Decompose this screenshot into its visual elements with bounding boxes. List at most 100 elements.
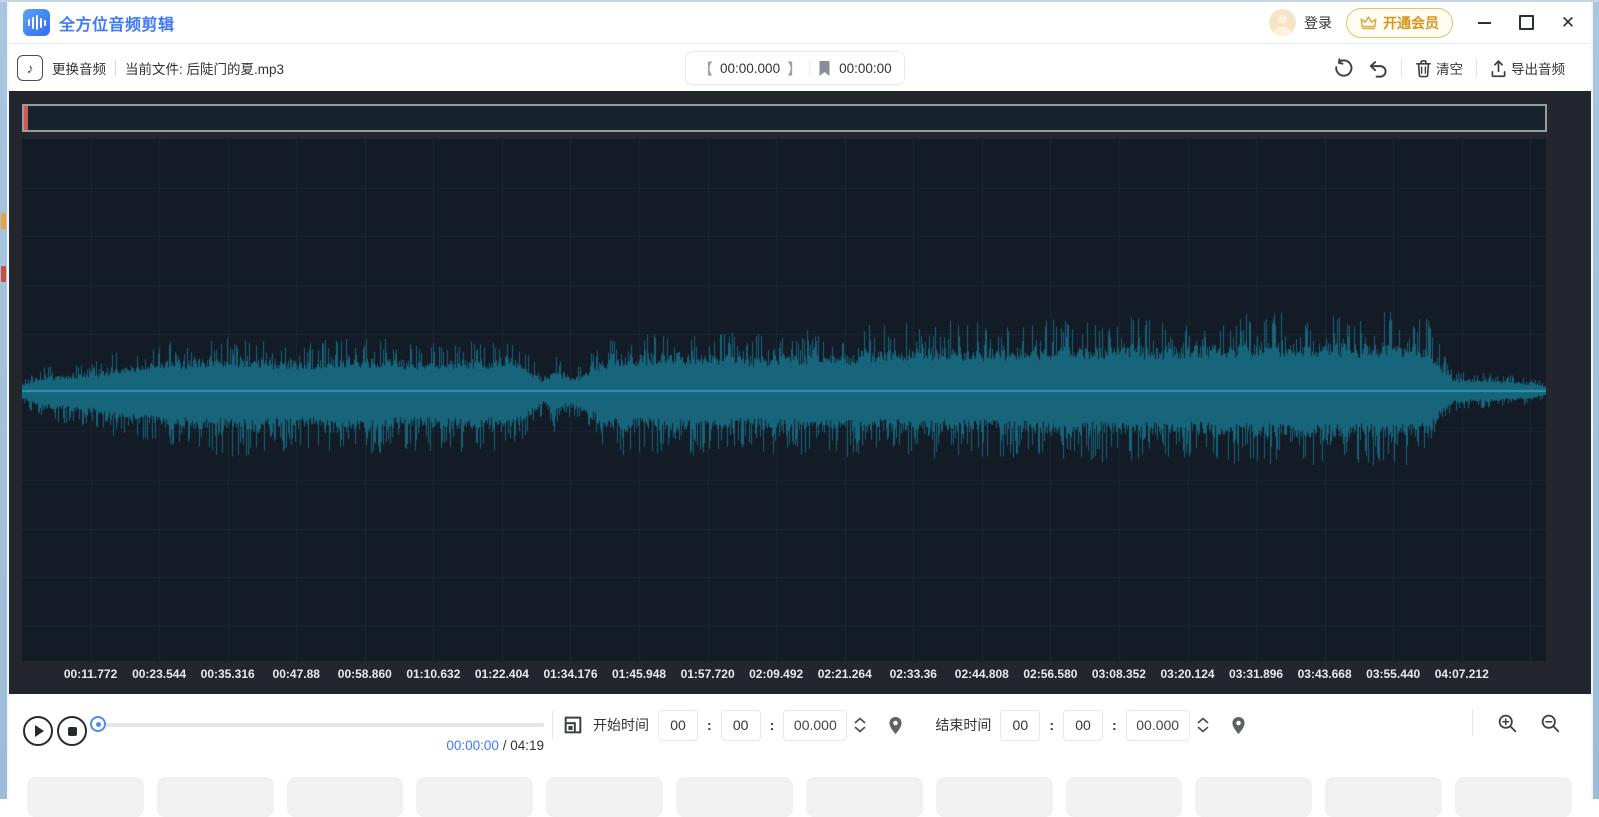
marker-time-value: 00:00:00	[839, 61, 892, 76]
feature-card[interactable]	[1325, 777, 1442, 817]
divider	[809, 60, 810, 76]
current-time: 00:00:00	[446, 738, 499, 753]
clear-button[interactable]: 清空	[1415, 58, 1463, 78]
undo-button[interactable]	[1367, 58, 1388, 79]
zoom-out-button[interactable]	[1540, 713, 1561, 734]
user-avatar[interactable]	[1269, 9, 1296, 36]
feature-card[interactable]	[676, 777, 793, 817]
location-pin-icon	[887, 715, 904, 736]
vip-button-label: 开通会员	[1383, 13, 1439, 33]
music-note-icon: ♪	[27, 60, 34, 76]
divider	[552, 711, 553, 739]
waveform-plot[interactable]	[22, 139, 1546, 661]
time-axis-label: 01:10.632	[406, 667, 460, 681]
start-hours-input[interactable]: 00	[658, 710, 698, 741]
zoom-in-button[interactable]	[1497, 713, 1518, 734]
transport-bar: 00:00:00 / 04:19 开始时间 00 : 00 : 00.000	[9, 694, 1591, 772]
login-button[interactable]: 登录	[1304, 13, 1332, 33]
waveform-canvas[interactable]	[22, 139, 1546, 661]
stop-icon	[68, 727, 77, 736]
feature-card[interactable]	[287, 777, 404, 817]
feature-card[interactable]	[1066, 777, 1183, 817]
play-icon	[35, 725, 44, 737]
start-seconds-input[interactable]: 00.000	[783, 710, 847, 741]
change-audio-button[interactable]: ♪	[17, 55, 43, 81]
time-axis-label: 02:33.36	[890, 667, 937, 681]
divider	[1472, 710, 1473, 736]
person-icon	[1269, 9, 1296, 36]
redo-button[interactable]	[1333, 58, 1354, 79]
crown-icon	[1360, 15, 1377, 30]
bracket-right-icon: 】	[787, 58, 802, 79]
desktop-edge-right	[1593, 0, 1599, 799]
maximize-icon	[1519, 15, 1534, 30]
bracket-left-icon: 【	[698, 58, 713, 79]
vip-upgrade-button[interactable]: 开通会员	[1346, 8, 1453, 38]
slider-handle[interactable]	[90, 716, 106, 732]
select-region-button[interactable]	[562, 714, 584, 736]
location-pin-icon	[1230, 715, 1247, 736]
feature-card[interactable]	[936, 777, 1053, 817]
bookmark-icon	[817, 60, 832, 77]
minimize-button[interactable]	[1475, 14, 1493, 32]
start-minutes-input[interactable]: 00	[721, 710, 761, 741]
chevron-up-icon	[1197, 717, 1209, 724]
time-axis-label: 03:20.124	[1160, 667, 1214, 681]
feature-card[interactable]	[1195, 777, 1312, 817]
time-readout: 00:00:00 / 04:19	[99, 738, 544, 753]
maximize-button[interactable]	[1517, 14, 1535, 32]
stop-button[interactable]	[57, 716, 87, 746]
time-divider: /	[499, 738, 510, 753]
export-label: 导出音频	[1511, 58, 1565, 78]
time-axis-label: 01:57.720	[681, 667, 735, 681]
time-axis-label: 02:44.808	[955, 667, 1009, 681]
start-seconds-stepper[interactable]	[854, 717, 866, 733]
window-edge-highlight-right	[1591, 0, 1593, 799]
end-seconds-input[interactable]: 00.000	[1126, 710, 1190, 741]
feature-card[interactable]	[157, 777, 274, 817]
feature-card[interactable]	[546, 777, 663, 817]
redo-icon	[1333, 58, 1354, 79]
divider	[1401, 58, 1402, 78]
desktop-icon-fragment	[1, 213, 6, 229]
desktop-edge-left	[0, 0, 7, 799]
feature-card[interactable]	[806, 777, 923, 817]
playback-slider[interactable]	[90, 716, 544, 732]
app-window: 全方位音频剪辑 登录 开通会员 ✕	[9, 2, 1591, 799]
clear-label: 清空	[1436, 58, 1463, 78]
feature-card[interactable]	[416, 777, 533, 817]
feature-card[interactable]	[27, 777, 144, 817]
change-audio-label[interactable]: 更换音频	[52, 58, 106, 78]
close-button[interactable]: ✕	[1559, 14, 1577, 32]
selection-time-box: 【 00:00.000 】 00:00:00	[685, 51, 905, 85]
time-axis-label: 01:45.948	[612, 667, 666, 681]
play-button[interactable]	[23, 716, 53, 746]
start-time-label: 开始时间	[593, 715, 649, 735]
waveform-minimap[interactable]	[22, 104, 1547, 132]
time-axis-label: 04:07.212	[1435, 667, 1489, 681]
end-hours-input[interactable]: 00	[1000, 710, 1040, 741]
colon: :	[1049, 717, 1054, 733]
slider-track[interactable]	[98, 723, 544, 727]
end-seconds-stepper[interactable]	[1197, 717, 1209, 733]
chevron-up-icon	[854, 717, 866, 724]
export-audio-button[interactable]: 导出音频	[1490, 58, 1565, 78]
minimap-position-marker[interactable]	[24, 106, 28, 130]
mark-start-button[interactable]	[887, 715, 904, 736]
colon: :	[707, 717, 712, 733]
feature-cards-row	[18, 777, 1581, 817]
feature-card[interactable]	[1455, 777, 1572, 817]
end-time-label: 结束时间	[935, 715, 991, 735]
zoom-out-icon	[1540, 713, 1561, 734]
time-axis-label: 00:35.316	[201, 667, 255, 681]
mark-end-button[interactable]	[1230, 715, 1247, 736]
time-axis-label: 02:21.264	[818, 667, 872, 681]
end-minutes-input[interactable]: 00	[1063, 710, 1103, 741]
selection-time-value: 00:00.000	[720, 61, 780, 76]
chevron-down-icon	[854, 726, 866, 733]
time-axis-label: 00:58.860	[338, 667, 392, 681]
undo-icon	[1367, 58, 1388, 79]
title-bar: 全方位音频剪辑 登录 开通会员 ✕	[9, 2, 1591, 44]
chevron-down-icon	[1197, 726, 1209, 733]
zoom-in-icon	[1497, 713, 1518, 734]
